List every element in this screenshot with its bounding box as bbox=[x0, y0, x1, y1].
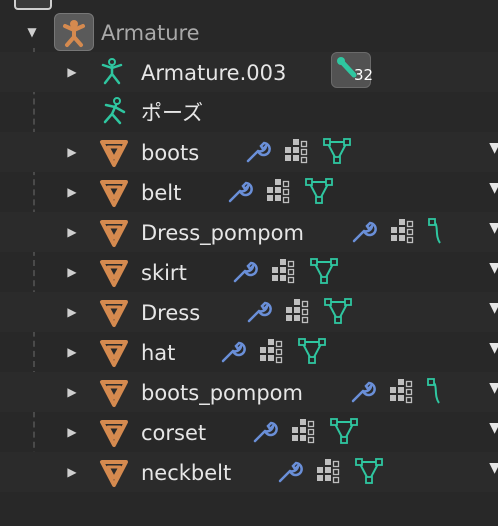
row-dropdown-icon[interactable]: ▼ bbox=[489, 220, 498, 236]
mesh-label: neckbelt bbox=[141, 461, 232, 485]
disclosure-collapsed-icon[interactable]: ▶ bbox=[62, 342, 82, 362]
pose-icon bbox=[98, 96, 130, 130]
vertex-groups-icon[interactable] bbox=[291, 419, 319, 449]
outliner-row-mesh[interactable]: ▶ corset ▼ bbox=[0, 412, 498, 452]
mesh-label: corset bbox=[141, 421, 207, 445]
outliner-row-mesh[interactable]: ▶ belt ▼ bbox=[0, 172, 498, 212]
disclosure-collapsed-icon[interactable]: ▶ bbox=[62, 422, 82, 442]
disclosure-collapsed-icon[interactable]: ▶ bbox=[62, 302, 82, 322]
wrench-icon[interactable] bbox=[276, 457, 304, 489]
vertex-groups-icon[interactable] bbox=[271, 259, 299, 289]
wrench-icon[interactable] bbox=[244, 137, 272, 169]
row-dropdown-icon[interactable]: ▼ bbox=[489, 260, 498, 276]
mesh-object-icon bbox=[99, 177, 129, 211]
outliner-row-mesh[interactable]: ▶ boots ▼ bbox=[0, 132, 498, 172]
vertex-groups-icon[interactable] bbox=[285, 299, 313, 329]
disclosure-collapsed-icon[interactable]: ▶ bbox=[62, 62, 82, 82]
armature-label: Armature bbox=[101, 21, 200, 45]
vertex-groups-icon[interactable] bbox=[390, 219, 418, 249]
mesh-object-icon bbox=[99, 297, 129, 331]
outliner-row-mesh[interactable]: ▶ skirt ▼ bbox=[0, 252, 498, 292]
mesh-data-icon[interactable] bbox=[322, 137, 352, 169]
mesh-label: Dress_pompom bbox=[141, 221, 304, 245]
scene-collection-row-cut bbox=[0, 0, 498, 10]
curve-data-icon[interactable] bbox=[428, 217, 444, 249]
wrench-icon[interactable] bbox=[349, 377, 377, 409]
wrench-icon[interactable] bbox=[350, 217, 378, 249]
mesh-data-icon[interactable] bbox=[309, 257, 339, 289]
armature-data-label: Armature.003 bbox=[141, 61, 287, 85]
mesh-object-icon bbox=[99, 417, 129, 451]
wrench-icon[interactable] bbox=[251, 417, 279, 449]
mesh-data-icon[interactable] bbox=[304, 177, 334, 209]
disclosure-collapsed-icon[interactable]: ▶ bbox=[62, 462, 82, 482]
vertex-groups-icon[interactable] bbox=[259, 339, 287, 369]
mesh-object-icon bbox=[99, 457, 129, 491]
armature-data-icon bbox=[98, 56, 128, 90]
collection-checkbox[interactable] bbox=[14, 0, 52, 10]
mesh-data-icon[interactable] bbox=[329, 417, 359, 449]
mesh-object-icon bbox=[99, 137, 129, 171]
outliner-row-mesh[interactable]: ▶ boots_pompom ▼ bbox=[0, 372, 498, 412]
outliner-row-pose[interactable]: ポーズ bbox=[0, 92, 498, 132]
disclosure-collapsed-icon[interactable]: ▶ bbox=[62, 262, 82, 282]
vertex-groups-icon[interactable] bbox=[316, 459, 344, 489]
mesh-data-icon[interactable] bbox=[297, 337, 327, 369]
mesh-label: Dress bbox=[141, 301, 201, 325]
row-dropdown-icon[interactable]: ▼ bbox=[489, 420, 498, 436]
disclosure-collapsed-icon[interactable]: ▶ bbox=[62, 182, 82, 202]
disclosure-expanded-icon[interactable]: ▼ bbox=[22, 22, 42, 42]
mesh-label: boots bbox=[141, 141, 200, 165]
bone-count-badge[interactable]: 32 bbox=[331, 52, 374, 88]
vertex-groups-icon[interactable] bbox=[266, 179, 294, 209]
disclosure-collapsed-icon[interactable]: ▶ bbox=[62, 382, 82, 402]
mesh-data-icon[interactable] bbox=[323, 297, 353, 329]
wrench-icon[interactable] bbox=[226, 177, 254, 209]
outliner-row-mesh[interactable]: ▶ Dress_pompom ▼ bbox=[0, 212, 498, 252]
outliner-row-mesh[interactable]: ▶ neckbelt ▼ bbox=[0, 452, 498, 492]
disclosure-collapsed-icon[interactable]: ▶ bbox=[62, 142, 82, 162]
mesh-object-icon bbox=[99, 337, 129, 371]
mesh-label: belt bbox=[141, 181, 182, 205]
row-dropdown-icon[interactable]: ▼ bbox=[489, 340, 498, 356]
mesh-label: boots_pompom bbox=[141, 381, 303, 405]
mesh-object-icon bbox=[99, 257, 129, 291]
bone-count: 32 bbox=[354, 66, 374, 84]
mesh-object-icon bbox=[99, 377, 129, 411]
row-dropdown-icon[interactable]: ▼ bbox=[489, 460, 498, 476]
wrench-icon[interactable] bbox=[219, 337, 247, 369]
disclosure-collapsed-icon[interactable]: ▶ bbox=[62, 222, 82, 242]
mesh-data-icon[interactable] bbox=[354, 457, 384, 489]
row-dropdown-icon[interactable]: ▼ bbox=[489, 180, 498, 196]
vertex-groups-icon[interactable] bbox=[284, 139, 312, 169]
armature-object-icon[interactable] bbox=[54, 13, 94, 51]
row-dropdown-icon[interactable]: ▼ bbox=[489, 300, 498, 316]
outliner-row-armature[interactable]: ▼ Armature bbox=[0, 12, 498, 52]
mesh-label: skirt bbox=[141, 261, 187, 285]
mesh-label: hat bbox=[141, 341, 176, 365]
outliner-row-mesh[interactable]: ▶ hat ▼ bbox=[0, 332, 498, 372]
row-dropdown-icon[interactable]: ▼ bbox=[489, 380, 498, 396]
outliner-row-armature-data[interactable]: ▶ Armature.003 bbox=[0, 52, 498, 92]
row-dropdown-icon[interactable]: ▼ bbox=[489, 140, 498, 156]
outliner-row-mesh[interactable]: ▶ Dress ▼ bbox=[0, 292, 498, 332]
wrench-icon[interactable] bbox=[231, 257, 259, 289]
vertex-groups-icon[interactable] bbox=[389, 379, 417, 409]
curve-data-icon[interactable] bbox=[427, 377, 443, 409]
mesh-object-icon bbox=[99, 217, 129, 251]
wrench-icon[interactable] bbox=[245, 297, 273, 329]
pose-label: ポーズ bbox=[141, 101, 203, 125]
